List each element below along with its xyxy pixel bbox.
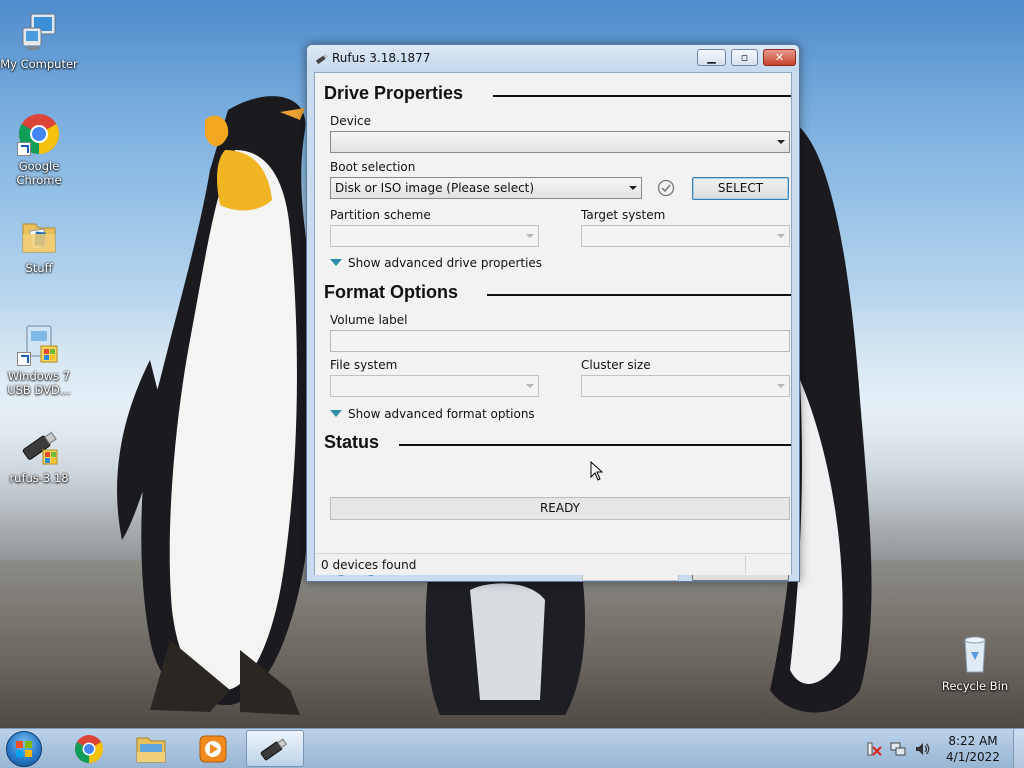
explorer-icon bbox=[136, 737, 166, 763]
target-system-dropdown[interactable] bbox=[581, 225, 790, 247]
windows-logo-icon bbox=[16, 741, 32, 757]
mouse-cursor-icon bbox=[590, 461, 604, 481]
minimize-button[interactable]: ▁ bbox=[697, 49, 726, 66]
desktop-icon-label: rufus-3.18 bbox=[9, 471, 69, 485]
desktop-icon-label: Google Chrome bbox=[16, 159, 62, 187]
desktop-icon-recycle-bin[interactable]: Recycle Bin bbox=[936, 632, 1014, 693]
window-client-area: Drive Properties Device Boot selection D… bbox=[314, 72, 792, 581]
taskbar-rufus-button[interactable] bbox=[246, 730, 304, 767]
windows-tool-icon bbox=[17, 322, 61, 366]
window-titlebar[interactable]: Rufus 3.18.1877 ▁ ▫ ✕ bbox=[307, 45, 799, 71]
show-desktop-button[interactable] bbox=[1013, 729, 1024, 768]
status-bar: 0 devices found bbox=[315, 553, 791, 575]
action-center-icon[interactable] bbox=[866, 741, 882, 757]
desktop-icon-stuff[interactable]: Stuff bbox=[0, 214, 78, 275]
show-advanced-drive-properties-toggle[interactable]: Show advanced drive properties bbox=[330, 256, 542, 270]
maximize-icon: ▫ bbox=[740, 51, 749, 64]
desktop-icon-label: Stuff bbox=[25, 261, 53, 275]
rufus-window: Rufus 3.18.1877 ▁ ▫ ✕ Drive Properties D… bbox=[306, 44, 800, 582]
status-progress-bar: READY bbox=[330, 497, 790, 520]
shortcut-arrow-icon bbox=[17, 352, 31, 366]
close-icon: ✕ bbox=[774, 51, 785, 64]
chevron-down-icon bbox=[629, 186, 637, 190]
rufus-icon bbox=[260, 738, 287, 761]
boot-selection-dropdown[interactable]: Disk or ISO image (Please select) bbox=[330, 177, 642, 199]
partition-scheme-dropdown[interactable] bbox=[330, 225, 539, 247]
volume-label-label: Volume label bbox=[330, 313, 408, 327]
taskbar-explorer-button[interactable] bbox=[122, 730, 180, 767]
media-player-icon bbox=[199, 735, 227, 763]
computer-icon bbox=[17, 10, 61, 54]
desktop-icon-label: Recycle Bin bbox=[941, 679, 1009, 693]
chevron-down-icon bbox=[777, 234, 785, 238]
drive-properties-heading: Drive Properties bbox=[324, 83, 464, 103]
minimize-icon: ▁ bbox=[707, 51, 716, 64]
shortcut-arrow-icon bbox=[17, 142, 31, 156]
desktop-icon-label: My Computer bbox=[0, 57, 78, 71]
clock-date: 4/1/2022 bbox=[946, 750, 1000, 764]
cluster-size-dropdown[interactable] bbox=[581, 375, 790, 397]
boot-selection-label: Boot selection bbox=[330, 160, 416, 174]
window-title: Rufus 3.18.1877 bbox=[332, 51, 431, 65]
section-divider bbox=[399, 444, 791, 446]
section-divider bbox=[493, 95, 791, 97]
desktop-icon-google-chrome[interactable]: Google Chrome bbox=[0, 112, 78, 187]
chevron-down-icon bbox=[526, 234, 534, 238]
boot-selection-value: Disk or ISO image (Please select) bbox=[335, 181, 535, 195]
usb-drive-icon bbox=[17, 424, 61, 468]
rufus-app-icon bbox=[315, 51, 329, 65]
target-system-label: Target system bbox=[581, 208, 666, 222]
expand-triangle-icon bbox=[330, 410, 342, 417]
desktop-icon-rufus[interactable]: rufus-3.18 bbox=[0, 424, 78, 485]
status-bar-separator bbox=[745, 556, 746, 573]
network-icon[interactable] bbox=[890, 741, 906, 757]
chevron-down-icon bbox=[526, 384, 534, 388]
desktop-icon-windows7-usb-dvd[interactable]: Windows 7 USB DVD... bbox=[0, 322, 78, 397]
chrome-icon bbox=[17, 112, 61, 156]
advanced-format-label: Show advanced format options bbox=[348, 407, 535, 421]
device-dropdown[interactable] bbox=[330, 131, 790, 153]
section-divider bbox=[487, 294, 791, 296]
chevron-down-icon bbox=[777, 384, 785, 388]
folder-icon bbox=[17, 214, 61, 258]
desktop-icon-label: Windows 7 USB DVD... bbox=[7, 369, 71, 397]
volume-icon[interactable] bbox=[914, 741, 930, 757]
cluster-size-label: Cluster size bbox=[581, 358, 651, 372]
format-options-heading: Format Options bbox=[324, 282, 458, 302]
taskbar: 8:22 AM 4/1/2022 bbox=[0, 728, 1024, 768]
partition-scheme-label: Partition scheme bbox=[330, 208, 431, 222]
maximize-button[interactable]: ▫ bbox=[731, 49, 758, 66]
advanced-drive-label: Show advanced drive properties bbox=[348, 256, 543, 270]
status-heading: Status bbox=[324, 432, 380, 452]
expand-triangle-icon bbox=[330, 259, 342, 266]
taskbar-chrome-button[interactable] bbox=[60, 730, 118, 767]
select-button[interactable]: SELECT bbox=[692, 177, 789, 200]
status-bar-text: 0 devices found bbox=[321, 558, 417, 572]
show-advanced-format-options-toggle[interactable]: Show advanced format options bbox=[330, 407, 535, 421]
start-button[interactable] bbox=[6, 731, 42, 767]
recycle-bin-icon bbox=[953, 632, 997, 676]
file-system-dropdown[interactable] bbox=[330, 375, 539, 397]
desktop-icon-my-computer[interactable]: My Computer bbox=[0, 10, 78, 71]
taskbar-clock[interactable]: 8:22 AM 4/1/2022 bbox=[940, 733, 1006, 765]
chevron-down-icon bbox=[777, 140, 785, 144]
volume-label-input[interactable] bbox=[330, 330, 790, 352]
taskbar-media-player-button[interactable] bbox=[184, 730, 242, 767]
window-close-button[interactable]: ✕ bbox=[763, 49, 796, 66]
file-system-label: File system bbox=[330, 358, 398, 372]
checksum-icon[interactable] bbox=[657, 179, 675, 197]
device-label: Device bbox=[330, 114, 372, 128]
clock-time: 8:22 AM bbox=[948, 734, 998, 748]
chrome-icon bbox=[75, 735, 103, 763]
